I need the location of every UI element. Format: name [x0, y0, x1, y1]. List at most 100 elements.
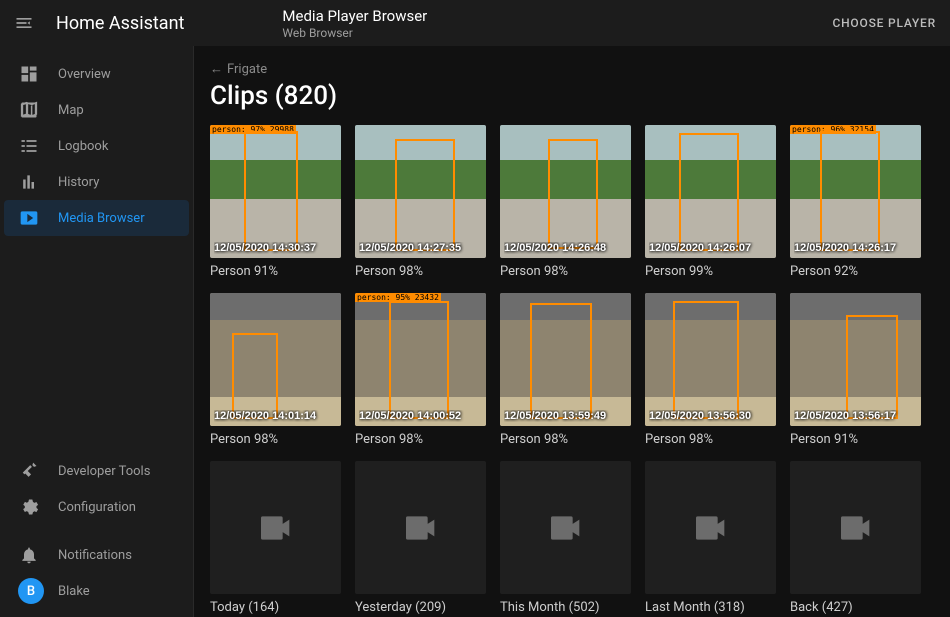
sidebar-item-blake[interactable]: B Blake — [4, 573, 189, 609]
folder-item[interactable]: Last Month (318) — [645, 461, 776, 615]
clip-thumbnail: person: 96% 32154 12/05/2020 14:26:17 — [790, 125, 921, 258]
clip-item[interactable]: 12/05/2020 13:59:49 Person 98% — [500, 293, 631, 447]
sidebar-item-label: Map — [58, 103, 84, 118]
notifications-icon — [18, 544, 40, 566]
clip-label: Person 98% — [210, 432, 341, 447]
clip-item[interactable]: person: 95% 23432 12/05/2020 14:00:52 Pe… — [355, 293, 486, 447]
video-icon — [836, 508, 876, 548]
overview-icon — [18, 63, 40, 85]
clip-timestamp: 12/05/2020 13:56:17 — [794, 410, 917, 422]
folder-thumbnail — [210, 461, 341, 594]
folder-label: Last Month (318) — [645, 600, 776, 615]
clip-label: Person 92% — [790, 264, 921, 279]
page-title: Media Player Browser — [282, 7, 427, 25]
clip-item[interactable]: 12/05/2020 14:01:14 Person 98% — [210, 293, 341, 447]
video-icon — [691, 508, 731, 548]
folder-label: This Month (502) — [500, 600, 631, 615]
clip-timestamp: 12/05/2020 14:00:52 — [359, 410, 482, 422]
history-icon — [18, 171, 40, 193]
configuration-icon — [18, 496, 40, 518]
sidebar-item-label: Configuration — [58, 500, 136, 515]
clip-item[interactable]: person: 97% 29988 12/05/2020 14:30:37 Pe… — [210, 125, 341, 279]
clip-item[interactable]: 12/05/2020 14:27:35 Person 98% — [355, 125, 486, 279]
clip-item[interactable]: person: 96% 32154 12/05/2020 14:26:17 Pe… — [790, 125, 921, 279]
app-title: Home Assistant — [56, 13, 184, 34]
sidebar-item-label: History — [58, 175, 99, 190]
clip-thumbnail: 12/05/2020 14:27:35 — [355, 125, 486, 258]
sidebar-item-configuration[interactable]: Configuration — [4, 489, 189, 525]
clip-timestamp: 12/05/2020 14:30:37 — [214, 242, 337, 254]
clip-thumbnail: 12/05/2020 13:56:30 — [645, 293, 776, 426]
arrow-left-icon: ← — [210, 61, 223, 77]
sidebar-item-label: Media Browser — [58, 211, 145, 226]
clip-timestamp: 12/05/2020 14:26:48 — [504, 242, 627, 254]
dev-tools-icon — [18, 460, 40, 482]
clip-label: Person 98% — [645, 432, 776, 447]
sidebar: Overview Map Logbook History Media Browser D… — [0, 46, 194, 617]
media-browser-icon — [18, 207, 40, 229]
menu-icon — [14, 13, 34, 33]
avatar: B — [18, 578, 44, 604]
main-content: ← Frigate Clips (820) person: 97% 29988 … — [194, 46, 950, 617]
clip-timestamp: 12/05/2020 13:59:49 — [504, 410, 627, 422]
clip-item[interactable]: 12/05/2020 13:56:17 Person 91% — [790, 293, 921, 447]
folder-label: Back (427) — [790, 600, 921, 615]
folder-label: Today (164) — [210, 600, 341, 615]
clip-thumbnail: 12/05/2020 14:01:14 — [210, 293, 341, 426]
clip-timestamp: 12/05/2020 14:26:17 — [794, 242, 917, 254]
logbook-icon — [18, 135, 40, 157]
sidebar-item-notifications[interactable]: Notifications — [4, 537, 189, 573]
clip-timestamp: 12/05/2020 14:26:07 — [649, 242, 772, 254]
clip-label: Person 98% — [500, 432, 631, 447]
clip-label: Person 91% — [210, 264, 341, 279]
clip-thumbnail: 12/05/2020 14:26:07 — [645, 125, 776, 258]
clip-label: Person 98% — [500, 264, 631, 279]
clip-item[interactable]: 12/05/2020 14:26:07 Person 99% — [645, 125, 776, 279]
clip-thumbnail: 12/05/2020 14:26:48 — [500, 125, 631, 258]
sidebar-item-overview[interactable]: Overview — [4, 56, 189, 92]
sidebar-item-history[interactable]: History — [4, 164, 189, 200]
video-icon — [256, 508, 296, 548]
clip-label: Person 98% — [355, 264, 486, 279]
clip-label: Person 98% — [355, 432, 486, 447]
topbar: Home Assistant Media Player Browser Web … — [0, 0, 950, 46]
folder-item[interactable]: Back (427) — [790, 461, 921, 615]
sidebar-item-label: Logbook — [58, 139, 108, 154]
menu-toggle-button[interactable] — [10, 9, 38, 37]
video-icon — [546, 508, 586, 548]
clip-thumbnail: person: 95% 23432 12/05/2020 14:00:52 — [355, 293, 486, 426]
clip-label: Person 91% — [790, 432, 921, 447]
folder-thumbnail — [355, 461, 486, 594]
folder-item[interactable]: Today (164) — [210, 461, 341, 615]
clip-item[interactable]: 12/05/2020 13:56:30 Person 98% — [645, 293, 776, 447]
folder-thumbnail — [645, 461, 776, 594]
folder-item[interactable]: Yesterday (209) — [355, 461, 486, 615]
clip-timestamp: 12/05/2020 13:56:30 — [649, 410, 772, 422]
sidebar-item-map[interactable]: Map — [4, 92, 189, 128]
folder-thumbnail — [790, 461, 921, 594]
folder-label: Yesterday (209) — [355, 600, 486, 615]
clip-thumbnail: 12/05/2020 13:59:49 — [500, 293, 631, 426]
video-icon — [401, 508, 441, 548]
clip-thumbnail: person: 97% 29988 12/05/2020 14:30:37 — [210, 125, 341, 258]
content-title: Clips (820) — [210, 81, 934, 111]
breadcrumb-back[interactable]: ← Frigate — [210, 61, 267, 77]
sidebar-item-label: Developer Tools — [58, 464, 150, 479]
sidebar-item-logbook[interactable]: Logbook — [4, 128, 189, 164]
clip-label: Person 99% — [645, 264, 776, 279]
sidebar-item-developer-tools[interactable]: Developer Tools — [4, 453, 189, 489]
sidebar-item-media-browser[interactable]: Media Browser — [4, 200, 189, 236]
map-icon — [18, 99, 40, 121]
page-subtitle: Web Browser — [282, 26, 427, 40]
folder-item[interactable]: This Month (502) — [500, 461, 631, 615]
clip-timestamp: 12/05/2020 14:27:35 — [359, 242, 482, 254]
sidebar-item-label: Overview — [58, 67, 111, 82]
sidebar-item-label: Notifications — [58, 548, 132, 563]
breadcrumb-label: Frigate — [227, 62, 267, 77]
clip-item[interactable]: 12/05/2020 14:26:48 Person 98% — [500, 125, 631, 279]
folder-thumbnail — [500, 461, 631, 594]
sidebar-item-label: Blake — [58, 584, 90, 599]
clip-thumbnail: 12/05/2020 13:56:17 — [790, 293, 921, 426]
clip-timestamp: 12/05/2020 14:01:14 — [214, 410, 337, 422]
choose-player-button[interactable]: CHOOSE PLAYER — [832, 16, 936, 30]
